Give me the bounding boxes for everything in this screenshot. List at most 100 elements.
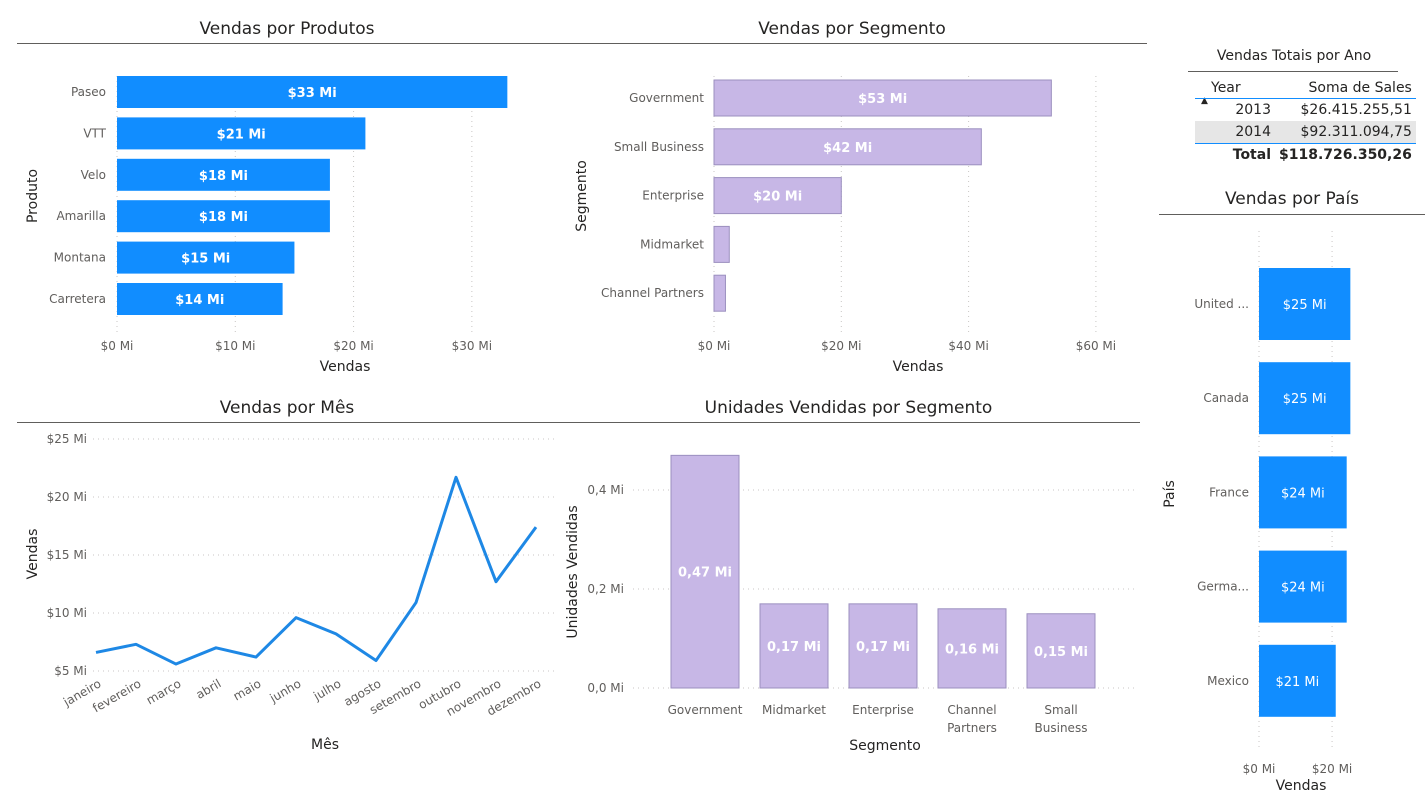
y-tick-label: $15 Mi: [47, 548, 87, 562]
cell-sales: $92.311.094,75: [1275, 121, 1416, 144]
x-tick-label: $0 Mi: [1243, 762, 1276, 776]
x-axis-title: Segmento: [849, 738, 921, 754]
category-label: Small Business: [614, 140, 704, 154]
category-label: Paseo: [71, 85, 106, 99]
category-label: VTT: [83, 126, 106, 140]
chart-unidades-segmento[interactable]: Unidades Vendidas por Segmento 0,0 Mi 0,2…: [557, 396, 1140, 761]
produtos-plot[interactable]: $0 Mi $10 Mi $20 Mi $30 Mi Paseo $33 Mi VTT $21…: [17, 16, 557, 381]
data-label: $18 Mi: [199, 169, 248, 184]
data-label: $53 Mi: [858, 92, 907, 107]
y-tick-label: 0,0 Mi: [587, 681, 624, 695]
x-axis-title: Mês: [311, 737, 339, 753]
data-label: $21 Mi: [1275, 675, 1319, 690]
data-label: $14 Mi: [175, 293, 224, 308]
x-tick-label: $20 Mi: [333, 339, 373, 353]
y-tick-label: $25 Mi: [47, 432, 87, 446]
x-tick-label: $20 Mi: [821, 339, 861, 353]
category-label: Amarilla: [56, 209, 106, 223]
data-label: $24 Mi: [1281, 486, 1325, 501]
x-tick-label: $40 Mi: [948, 339, 988, 353]
unidades-plot[interactable]: 0,0 Mi 0,2 Mi 0,4 Mi 0,47 Mi Government 0,17 …: [557, 396, 1140, 761]
category-label: Channel Partners: [601, 286, 704, 300]
data-label: $25 Mi: [1283, 298, 1327, 313]
segmento-plot[interactable]: $0 Mi $20 Mi $40 Mi $60 Mi Government $53 Mi S…: [557, 16, 1147, 381]
category-label: Government: [629, 91, 704, 105]
data-label: $18 Mi: [199, 210, 248, 225]
y-axis-title: Vendas: [25, 529, 41, 580]
data-label: $21 Mi: [217, 127, 266, 142]
category-label: Midmarket: [640, 237, 704, 251]
table-title-divider: [1188, 71, 1398, 72]
x-tick-label: Small: [1044, 703, 1077, 717]
data-label: $20 Mi: [753, 190, 802, 205]
series-line: [95, 475, 538, 666]
bar: [713, 225, 730, 263]
y-axis-title: País: [1162, 480, 1178, 508]
data-label: 0,17 Mi: [767, 640, 821, 655]
x-tick-label: $0 Mi: [101, 339, 134, 353]
data-label: 0,15 Mi: [1034, 645, 1088, 660]
data-label: $33 Mi: [288, 86, 337, 101]
pais-plot[interactable]: $0 Mi $20 Mi United ... $25 Mi Canada $25 Mi F…: [1159, 186, 1425, 791]
x-tick-label: junho: [267, 676, 304, 705]
x-tick-label: julho: [310, 676, 343, 703]
column-header-sales[interactable]: Soma de Sales: [1275, 78, 1416, 99]
cell-sales: $26.415.255,51: [1300, 102, 1412, 118]
category-label: Germa...: [1197, 580, 1249, 594]
data-label: $25 Mi: [1283, 392, 1327, 407]
bar: [713, 274, 726, 312]
sales-by-year-table[interactable]: Year Soma de Sales 2013 $26.415.255,51 2…: [1195, 78, 1416, 166]
category-label: Enterprise: [642, 189, 704, 203]
cell-year: 2013: [1235, 102, 1271, 118]
chart-vendas-segmento[interactable]: Vendas por Segmento $0 Mi $20 Mi $40 Mi $60…: [557, 16, 1147, 381]
table-total-row: Total $118.726.350,26: [1195, 143, 1416, 166]
data-label: $24 Mi: [1281, 581, 1325, 596]
data-label: 0,16 Mi: [945, 642, 999, 657]
x-tick-label: $10 Mi: [215, 339, 255, 353]
cell-total-label: Total: [1195, 143, 1275, 166]
y-axis-title: Produto: [25, 169, 41, 223]
x-tick-label: $60 Mi: [1076, 339, 1116, 353]
chart-vendas-pais[interactable]: Vendas por País $0 Mi $20 Mi United ... $25…: [1159, 186, 1425, 791]
x-tick-label: Channel: [947, 703, 996, 717]
x-tick-label: Business: [1035, 721, 1088, 735]
cell-total-value: $118.726.350,26: [1275, 143, 1416, 166]
mes-plot[interactable]: $5 Mi$10 Mi$15 Mi$20 Mi$25 Mijaneirofeve…: [17, 396, 557, 761]
y-axis-title: Segmento: [574, 160, 590, 232]
x-tick-label: $0 Mi: [698, 339, 731, 353]
x-tick-label: março: [144, 676, 184, 707]
table-title: Vendas Totais por Ano: [1216, 48, 1372, 64]
table-row[interactable]: 2014 $92.311.094,75: [1195, 121, 1416, 144]
x-tick-label: Enterprise: [852, 703, 914, 717]
x-tick-label: Partners: [947, 721, 997, 735]
y-tick-label: $5 Mi: [54, 664, 87, 678]
y-tick-label: 0,4 Mi: [587, 483, 624, 497]
data-label: 0,47 Mi: [678, 566, 732, 581]
category-label: Carretera: [49, 292, 106, 306]
data-label: $15 Mi: [181, 252, 230, 267]
chart-vendas-produtos[interactable]: Vendas por Produtos $0 Mi $10 Mi $20 Mi $30…: [17, 16, 557, 381]
data-label: $42 Mi: [823, 141, 872, 156]
x-tick-label: maio: [231, 676, 264, 703]
category-label: Montana: [54, 251, 106, 265]
category-label: Canada: [1203, 391, 1249, 405]
column-header-year[interactable]: Year: [1195, 78, 1275, 99]
cell-year: 2014: [1195, 121, 1275, 144]
data-label: 0,17 Mi: [856, 640, 910, 655]
category-label: Mexico: [1207, 674, 1249, 688]
table-row[interactable]: 2013 $26.415.255,51: [1195, 99, 1416, 122]
y-tick-label: $10 Mi: [47, 606, 87, 620]
category-label: France: [1209, 485, 1249, 499]
x-tick-label: Government: [668, 703, 743, 717]
category-label: United ...: [1194, 297, 1249, 311]
x-axis-title: Vendas: [1276, 778, 1327, 791]
x-tick-label: $30 Mi: [452, 339, 492, 353]
x-axis-title: Vendas: [893, 359, 944, 375]
x-tick-label: Midmarket: [762, 703, 826, 717]
category-label: Velo: [81, 168, 106, 182]
chart-vendas-mes[interactable]: Vendas por Mês $5 Mi $10 Mi $15 Mi $20 Mi $2…: [17, 396, 557, 761]
x-tick-label: abril: [193, 676, 223, 701]
y-axis-title: Unidades Vendidas: [565, 505, 581, 638]
y-tick-label: 0,2 Mi: [587, 582, 624, 596]
y-tick-label: $20 Mi: [47, 490, 87, 504]
